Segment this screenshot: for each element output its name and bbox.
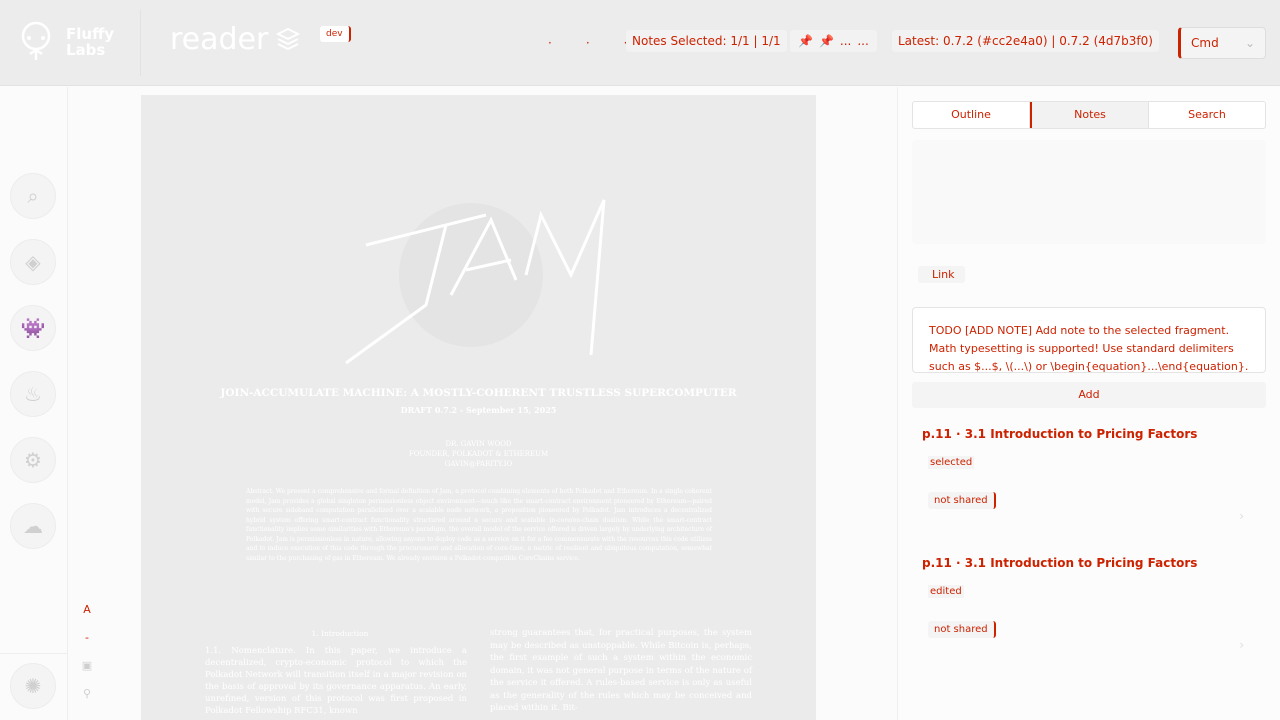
pinned-notes[interactable]: 📌 📌 ... ... — [790, 30, 877, 52]
document-column-left: 1.1. Nomenclature. In this paper, we int… — [205, 646, 467, 716]
space-invader-icon[interactable]: 👾 — [10, 305, 56, 351]
app-title[interactable]: reader — [170, 22, 301, 57]
version-select-value: Cmd — [1191, 36, 1219, 50]
chevron-right-icon[interactable]: › — [1239, 638, 1244, 652]
sidebar-divider — [0, 653, 68, 654]
more-icon[interactable]: ... — [857, 30, 868, 52]
note-shared-tag[interactable]: not shared — [928, 492, 996, 509]
document-title: JOIN-ACCUMULATE MACHINE: A MOSTLY-COHERE… — [220, 387, 737, 399]
document-abstract: Abstract. We present a comprehensive and… — [246, 488, 712, 562]
selected-fragment-preview — [912, 140, 1266, 244]
cloud-tree-icon — [21, 21, 51, 60]
jam-logo — [345, 199, 606, 365]
panel-tabs: Outline Notes Search — [912, 101, 1266, 129]
settings-icon[interactable]: ✺ — [10, 663, 56, 709]
app-name: reader — [170, 22, 269, 57]
layers-stack-icon — [276, 27, 301, 50]
layers-icon[interactable]: ◈ — [10, 239, 56, 285]
latest-version-label[interactable]: Latest: 0.7.2 (#cc2e4a0) | 0.7.2 (4d7b3f… — [892, 30, 1159, 52]
search-icon[interactable]: ⌕ — [10, 173, 56, 219]
tab-outline[interactable]: Outline — [913, 102, 1030, 128]
code-icon[interactable]: ⚙ — [10, 437, 56, 483]
tab-notes[interactable]: Notes — [1030, 102, 1149, 128]
notes-selected-indicator[interactable]: Notes Selected: 1/1 | 1/1 — [626, 30, 787, 52]
document-draft: DRAFT 0.7.2 - September 15, 2025 — [400, 405, 557, 415]
fire-icon[interactable]: ♨ — [10, 371, 56, 417]
text-size-tool[interactable]: A — [74, 596, 100, 624]
pin-icon[interactable]: 📌 — [819, 30, 834, 52]
note-title[interactable]: p.11 · 3.1 Introduction to Pricing Facto… — [912, 427, 1266, 441]
search-tool-icon[interactable]: ⚲ — [74, 680, 100, 708]
fluffy-labs-logo[interactable]: Fluffy Labs — [14, 20, 114, 64]
env-badge: dev — [320, 26, 351, 42]
note-item[interactable]: p.11 · 3.1 Introduction to Pricing Facto… — [912, 427, 1266, 523]
document-column-right: strong guarantees that, for practical pu… — [490, 628, 752, 713]
add-note-button[interactable]: Add — [912, 382, 1266, 408]
note-shared-tag[interactable]: not shared — [928, 621, 996, 638]
cloud-icon[interactable]: ☁ — [10, 503, 56, 549]
document-author: DR. GAVIN WOOD FOUNDER, POLKADOT & ETHER… — [408, 440, 549, 468]
header-divider — [140, 10, 141, 76]
chevron-down-icon: ⌄ — [1244, 36, 1255, 50]
zoom-out-tool[interactable]: - — [74, 624, 100, 652]
note-item[interactable]: p.11 · 3.1 Introduction to Pricing Facto… — [912, 556, 1266, 652]
pdf-toolbar: A - ▣ ⚲ — [74, 596, 100, 708]
user-icon[interactable]: ▣ — [74, 652, 100, 680]
section-heading: 1. Introduction — [311, 629, 369, 638]
note-meta: edited — [928, 585, 964, 598]
note-input[interactable]: TODO [ADD NOTE] Add note to the selected… — [912, 307, 1266, 373]
more-icon[interactable]: ... — [840, 30, 851, 52]
brand-name: Fluffy Labs — [66, 25, 114, 59]
top-bar: Fluffy Labs reader dev ··· Notes Selecte… — [0, 0, 1280, 86]
version-select[interactable]: Cmd ⌄ — [1178, 27, 1266, 59]
note-meta: selected — [928, 456, 975, 469]
tab-search[interactable]: Search — [1149, 102, 1265, 128]
link-button[interactable]: Link — [918, 266, 965, 283]
chevron-right-icon[interactable]: › — [1239, 509, 1244, 523]
left-sidebar: ⌕ ◈ 👾 ♨ ⚙ ☁ ✺ — [0, 87, 68, 720]
pin-icon[interactable]: 📌 — [798, 30, 813, 52]
pdf-page[interactable]: JOIN-ACCUMULATE MACHINE: A MOSTLY-COHERE… — [141, 95, 816, 720]
note-title[interactable]: p.11 · 3.1 Introduction to Pricing Facto… — [912, 556, 1266, 570]
